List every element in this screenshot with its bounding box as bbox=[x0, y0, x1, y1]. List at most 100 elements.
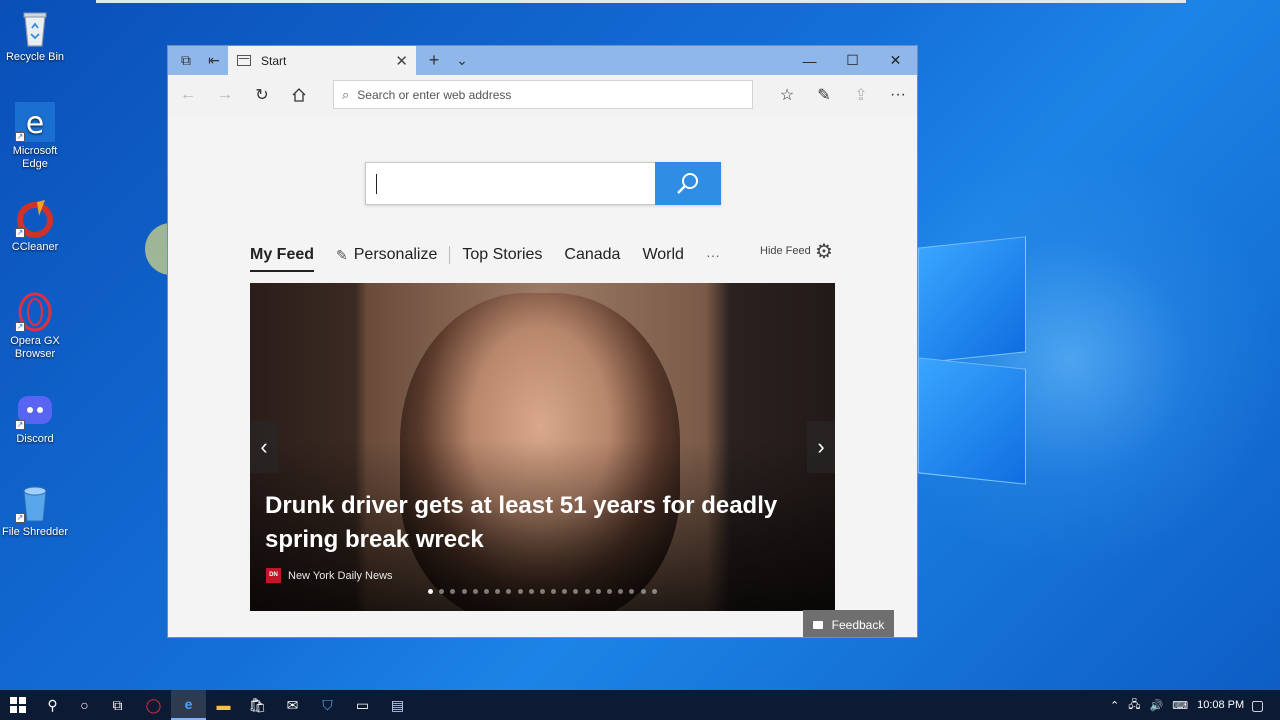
carousel-dot[interactable] bbox=[517, 589, 523, 594]
opera-gx-icon: ↗ bbox=[15, 292, 55, 332]
shortcut-arrow-icon: ↗ bbox=[15, 513, 25, 523]
desktop-icon-label: Microsoft Edge bbox=[12, 145, 58, 170]
system-tray: ⌃ 🖧 🔊 ⌨ 10:08 PM bbox=[1110, 690, 1244, 720]
edge-icon: e ↗ bbox=[15, 102, 55, 142]
tab-start[interactable]: Start ✕ bbox=[228, 46, 416, 75]
carousel-dot[interactable] bbox=[506, 589, 512, 594]
feed-navigation: My Feed ✎ Personalize Top Stories Canada… bbox=[250, 241, 742, 272]
minimize-button[interactable]: — bbox=[788, 46, 831, 75]
carousel-dot[interactable] bbox=[551, 589, 557, 594]
carousel-dot[interactable] bbox=[483, 589, 489, 594]
carousel-dot[interactable] bbox=[450, 589, 456, 594]
desktop-icon-discord[interactable]: ↗ Discord bbox=[0, 390, 70, 446]
notepad-icon[interactable]: ▤ bbox=[380, 690, 415, 720]
feedback-button[interactable]: Feedback bbox=[803, 610, 894, 637]
carousel-dot[interactable] bbox=[495, 589, 501, 594]
file-explorer-icon[interactable]: ▬ bbox=[206, 690, 241, 720]
hide-feed-button[interactable]: Hide Feed bbox=[760, 245, 811, 257]
tab-world[interactable]: World bbox=[642, 246, 684, 264]
search-magnifier-icon bbox=[677, 172, 698, 194]
carousel-dot[interactable] bbox=[573, 589, 579, 594]
keyboard-icon[interactable]: ⌨ bbox=[1172, 699, 1188, 712]
web-note-pen-icon[interactable]: ✎ bbox=[806, 75, 842, 115]
action-center-icon[interactable]: ▢ bbox=[1240, 690, 1275, 720]
task-view-icon[interactable]: ⧉ bbox=[100, 690, 135, 720]
shortcut-arrow-icon: ↗ bbox=[15, 132, 25, 142]
address-bar[interactable]: ⌕ Search or enter web address bbox=[333, 80, 753, 109]
opera-gx-taskbar-icon[interactable]: ◯ bbox=[136, 690, 171, 720]
tab-top-stories[interactable]: Top Stories bbox=[462, 246, 542, 264]
carousel-dot[interactable] bbox=[528, 589, 534, 594]
search-icon: ⌕ bbox=[342, 86, 350, 102]
desktop-icon-label: Discord bbox=[16, 433, 54, 445]
source-name: New York Daily News bbox=[288, 569, 393, 582]
desktop-icon-recycle-bin[interactable]: Recycle Bin bbox=[0, 8, 70, 64]
share-icon[interactable]: ⇪ bbox=[843, 75, 879, 115]
file-shredder-taskbar-icon[interactable]: ⛉ bbox=[310, 690, 345, 720]
home-icon[interactable] bbox=[281, 75, 317, 115]
carousel-dot[interactable] bbox=[618, 589, 624, 594]
close-tab-icon[interactable]: ✕ bbox=[395, 52, 408, 70]
mail-icon[interactable]: ✉ bbox=[275, 690, 310, 720]
clock[interactable]: 10:08 PM bbox=[1197, 699, 1244, 711]
feedback-icon bbox=[812, 620, 823, 629]
feedback-label: Feedback bbox=[831, 617, 885, 632]
shortcut-arrow-icon: ↗ bbox=[15, 228, 25, 238]
carousel-dot[interactable] bbox=[651, 589, 657, 594]
forward-arrow-icon[interactable]: → bbox=[207, 75, 243, 115]
close-window-button[interactable]: ✕ bbox=[874, 46, 917, 75]
desktop-icon-ccleaner[interactable]: ↗ CCleaner bbox=[0, 198, 70, 254]
carousel-dot[interactable] bbox=[539, 589, 545, 594]
search-icon[interactable]: ⚲ bbox=[35, 690, 70, 720]
edge-browser-window: ⧉ ⇤ Start ✕ + ⌄ — ☐ ✕ ← → ↻ ⌕ Search or … bbox=[167, 45, 918, 638]
store-icon[interactable]: 🛍 bbox=[240, 690, 275, 720]
carousel-dot[interactable] bbox=[439, 589, 445, 594]
more-menu-icon[interactable]: ··· bbox=[880, 75, 916, 115]
tab-title: Start bbox=[261, 53, 287, 68]
gear-icon[interactable]: ⚙ bbox=[815, 239, 833, 264]
carousel-dot[interactable] bbox=[584, 589, 590, 594]
carousel-prev-icon[interactable]: ‹ bbox=[250, 421, 278, 473]
maximize-button[interactable]: ☐ bbox=[831, 46, 874, 75]
command-prompt-icon[interactable]: ▭ bbox=[345, 690, 380, 720]
start-windows-icon[interactable] bbox=[0, 690, 35, 720]
carousel-dot[interactable] bbox=[595, 589, 601, 594]
show-hidden-icons-chevron-icon[interactable]: ⌃ bbox=[1110, 699, 1119, 712]
favorites-icon[interactable]: ☆ bbox=[769, 75, 805, 115]
desktop-top-line bbox=[96, 0, 1186, 3]
carousel-next-icon[interactable]: › bbox=[807, 421, 835, 473]
desktop-icon-opera-gx[interactable]: ↗ Opera GX Browser bbox=[0, 292, 70, 361]
news-source-logo: DN bbox=[266, 568, 281, 583]
set-tabs-aside-icon[interactable]: ⇤ bbox=[196, 46, 232, 75]
carousel-dot[interactable] bbox=[629, 589, 635, 594]
carousel-dot[interactable] bbox=[428, 589, 433, 594]
address-placeholder: Search or enter web address bbox=[357, 87, 512, 102]
carousel-dot[interactable] bbox=[461, 589, 467, 594]
carousel-dot[interactable] bbox=[472, 589, 478, 594]
desktop-icon-label: Recycle Bin bbox=[5, 51, 65, 63]
desktop-icon-file-shredder[interactable]: ↗ File Shredder bbox=[0, 483, 70, 539]
tab-my-feed[interactable]: My Feed bbox=[250, 246, 315, 272]
search-button[interactable] bbox=[655, 162, 721, 205]
hero-news-card[interactable]: ‹ › Drunk driver gets at least 51 years … bbox=[250, 283, 835, 611]
tab-canada[interactable]: Canada bbox=[564, 246, 620, 264]
tab-menu-chevron-icon[interactable]: ⌄ bbox=[444, 46, 480, 75]
hero-headline[interactable]: Drunk driver gets at least 51 years for … bbox=[265, 489, 825, 557]
refresh-icon[interactable]: ↻ bbox=[244, 75, 280, 115]
edge-taskbar-icon[interactable]: e bbox=[171, 690, 206, 720]
carousel-dots bbox=[428, 589, 663, 594]
carousel-dot[interactable] bbox=[562, 589, 568, 594]
cortana-icon[interactable]: ○ bbox=[67, 690, 102, 720]
network-icon[interactable]: 🖧 bbox=[1128, 696, 1140, 715]
file-shredder-icon: ↗ bbox=[15, 483, 55, 523]
back-arrow-icon[interactable]: ← bbox=[170, 75, 206, 115]
volume-icon[interactable]: 🔊 bbox=[1149, 699, 1163, 712]
personalize-link[interactable]: Personalize bbox=[354, 246, 438, 264]
taskbar: ⚲ ○ ⧉ ◯ e ▬ 🛍 ✉ ⛉ ▭ ▤ ⌃ 🖧 🔊 ⌨ 10:08 PM ▢ bbox=[0, 690, 1280, 720]
desktop-icon-microsoft-edge[interactable]: e ↗ Microsoft Edge bbox=[0, 102, 70, 171]
carousel-dot[interactable] bbox=[607, 589, 612, 594]
more-topics-icon[interactable]: ··· bbox=[706, 247, 720, 263]
hero-source: DN New York Daily News bbox=[266, 568, 393, 583]
desktop-icon-label: Opera GX Browser bbox=[10, 335, 60, 360]
carousel-dot[interactable] bbox=[640, 589, 646, 594]
